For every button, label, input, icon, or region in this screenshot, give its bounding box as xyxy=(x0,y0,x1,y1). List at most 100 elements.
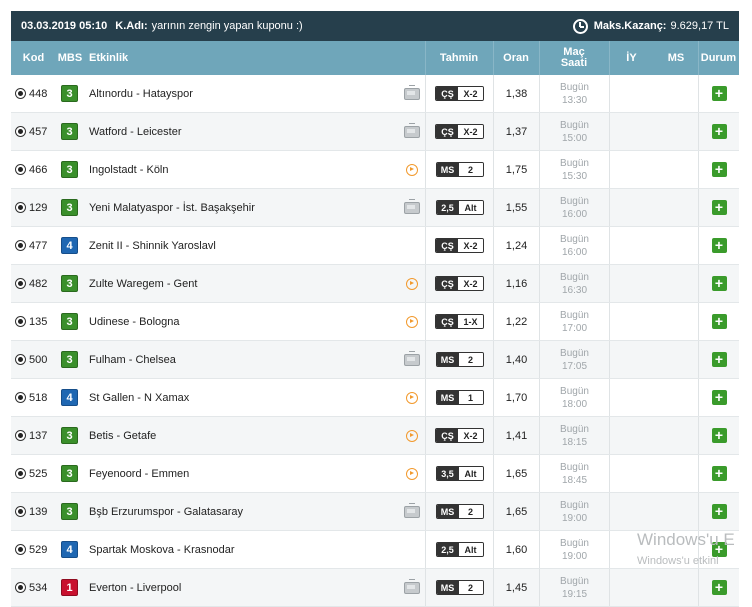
expand-button[interactable]: + xyxy=(711,276,727,291)
tv-icon[interactable] xyxy=(404,502,420,518)
odds-value: 1,65 xyxy=(493,493,539,530)
live-stream-icon[interactable] xyxy=(406,467,418,480)
event-name[interactable]: Fulham - Chelsea xyxy=(89,341,389,378)
event-name[interactable]: Altınordu - Hatayspor xyxy=(89,75,389,112)
match-day: Bugün xyxy=(560,81,589,93)
football-icon xyxy=(15,354,26,365)
event-name[interactable]: Yeni Malatyaspor - İst. Başakşehir xyxy=(89,189,389,226)
prediction-outcome: X-2 xyxy=(458,125,483,138)
prediction-outcome: 1-X xyxy=(458,315,483,328)
prediction-pill: ÇŞ X-2 xyxy=(435,124,484,139)
status-cell: + xyxy=(698,417,739,454)
expand-button[interactable]: + xyxy=(711,162,727,177)
match-hour: 19:15 xyxy=(561,588,588,600)
prediction-cell: MS 1 xyxy=(425,379,493,416)
live-stream-icon[interactable] xyxy=(406,163,418,176)
expand-button[interactable]: + xyxy=(711,314,727,329)
tv-icon[interactable] xyxy=(404,198,420,214)
event-name[interactable]: Zulte Waregem - Gent xyxy=(89,265,389,302)
match-code-value: 139 xyxy=(29,505,48,518)
expand-button[interactable]: + xyxy=(711,580,727,595)
full-time-score xyxy=(654,569,698,606)
football-icon xyxy=(15,240,26,251)
table-row: 477 4 Zenit II - Shinnik Yaroslavl ÇŞ X-2 1,2… xyxy=(11,227,739,265)
broadcast-cell xyxy=(403,455,421,492)
expand-button[interactable]: + xyxy=(711,86,727,101)
broadcast-cell xyxy=(403,303,421,340)
prediction-market: ÇŞ xyxy=(436,239,459,252)
event-name[interactable]: Betis - Getafe xyxy=(89,417,389,454)
prediction-cell: MS 2 xyxy=(425,151,493,188)
match-code: 137 xyxy=(15,417,56,454)
event-name[interactable]: Spartak Moskova - Krasnodar xyxy=(89,531,389,568)
expand-button[interactable]: + xyxy=(711,238,727,253)
tv-icon[interactable] xyxy=(404,350,420,366)
expand-button[interactable]: + xyxy=(711,352,727,367)
event-name[interactable]: Ingolstadt - Köln xyxy=(89,151,389,188)
col-etkinlik: Etkinlik xyxy=(89,52,129,64)
event-name[interactable]: Everton - Liverpool xyxy=(89,569,389,606)
mbs-badge: 3 xyxy=(61,161,78,178)
expand-button[interactable]: + xyxy=(711,428,727,443)
coupon-date: 03.03.2019 05:10 xyxy=(21,20,108,32)
event-name[interactable]: Feyenoord - Emmen xyxy=(89,455,389,492)
live-stream-icon[interactable] xyxy=(406,277,418,290)
live-stream-icon[interactable] xyxy=(406,391,418,404)
expand-button[interactable]: + xyxy=(711,504,727,519)
match-hour: 17:00 xyxy=(561,322,588,334)
football-icon xyxy=(15,506,26,517)
first-half-score xyxy=(609,569,654,606)
tv-icon[interactable] xyxy=(404,578,420,594)
broadcast-cell xyxy=(403,493,421,530)
football-icon xyxy=(15,468,26,479)
expand-button[interactable]: + xyxy=(711,390,727,405)
event-name[interactable]: Watford - Leicester xyxy=(89,113,389,150)
broadcast-cell xyxy=(403,341,421,378)
football-icon xyxy=(15,202,26,213)
event-name[interactable]: Bşb Erzurumspor - Galatasaray xyxy=(89,493,389,530)
live-stream-icon[interactable] xyxy=(406,315,418,328)
max-winnings: Maks.Kazanç: 9.629,17 TL xyxy=(572,11,729,41)
event-name[interactable]: Zenit II - Shinnik Yaroslavl xyxy=(89,227,389,264)
mbs-cell: 4 xyxy=(61,227,79,264)
full-time-score xyxy=(654,265,698,302)
expand-button[interactable]: + xyxy=(711,200,727,215)
user-label: K.Adı: xyxy=(115,20,148,32)
live-stream-icon[interactable] xyxy=(406,429,418,442)
tv-icon[interactable] xyxy=(404,84,420,100)
mbs-badge: 4 xyxy=(61,237,78,254)
odds-value: 1,16 xyxy=(493,265,539,302)
match-code: 477 xyxy=(15,227,56,264)
event-name[interactable]: St Gallen - N Xamax xyxy=(89,379,389,416)
match-day: Bugün xyxy=(560,309,589,321)
prediction-outcome: 2 xyxy=(458,581,483,594)
expand-button[interactable]: + xyxy=(711,466,727,481)
expand-button[interactable]: + xyxy=(711,124,727,139)
event-name[interactable]: Udinese - Bologna xyxy=(89,303,389,340)
match-hour: 16:00 xyxy=(561,208,588,220)
first-half-score xyxy=(609,303,654,340)
match-code-value: 534 xyxy=(29,581,48,594)
table-row: 139 3 Bşb Erzurumspor - Galatasaray MS 2 1,65… xyxy=(11,493,739,531)
match-code: 525 xyxy=(15,455,56,492)
first-half-score xyxy=(609,227,654,264)
tv-icon[interactable] xyxy=(404,122,420,138)
full-time-score xyxy=(654,417,698,454)
windows-activation-watermark-sub: Windows'u etkinl xyxy=(637,555,719,567)
prediction-outcome: X-2 xyxy=(458,277,483,290)
first-half-score xyxy=(609,113,654,150)
first-half-score xyxy=(609,75,654,112)
table-row: 137 3 Betis - Getafe ÇŞ X-2 1,41 Bugün 18:15 + xyxy=(11,417,739,455)
prediction-cell: ÇŞ X-2 xyxy=(425,113,493,150)
prediction-market: ÇŞ xyxy=(436,429,459,442)
match-time: Bugün 16:00 xyxy=(539,189,609,226)
mbs-cell: 3 xyxy=(61,75,79,112)
broadcast-cell xyxy=(403,265,421,302)
match-code: 518 xyxy=(15,379,56,416)
table-header: Kod MBS Etkinlik Tahmin Oran Maç Saati İ… xyxy=(11,41,739,75)
prediction-pill: MS 2 xyxy=(435,352,484,367)
mbs-cell: 3 xyxy=(61,341,79,378)
football-icon xyxy=(15,582,26,593)
match-code-value: 466 xyxy=(29,163,48,176)
table-row: 518 4 St Gallen - N Xamax MS 1 1,70 Bugün 18:00… xyxy=(11,379,739,417)
